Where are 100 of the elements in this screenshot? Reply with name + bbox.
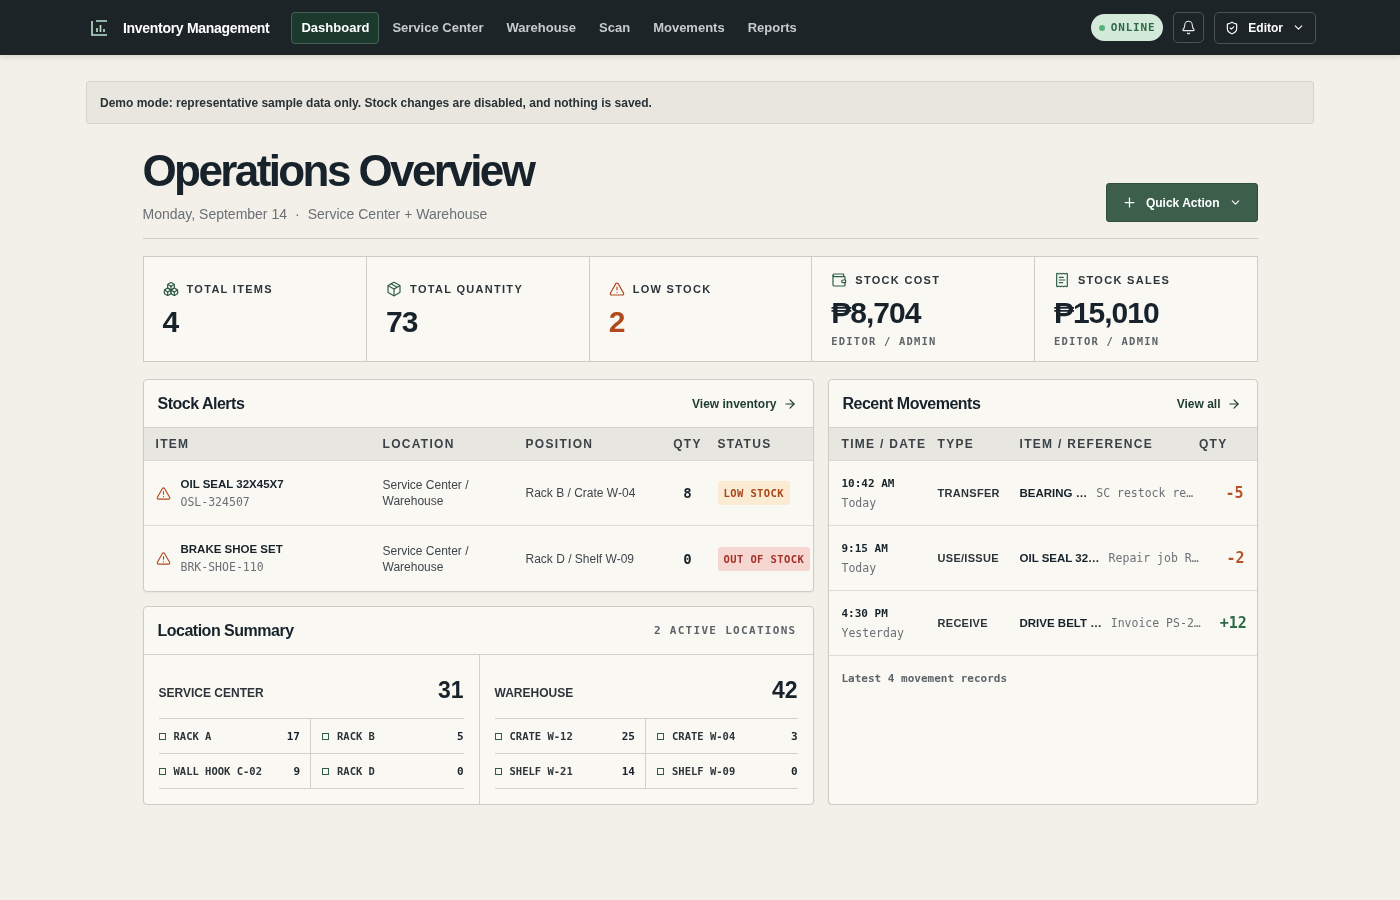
movements-footer-note: Latest 4 movement records xyxy=(841,672,1008,686)
slot-name: SHELF W-09 xyxy=(672,765,736,778)
column-header: ITEM xyxy=(155,437,191,452)
slot-qty: 25 xyxy=(621,729,635,743)
stat-value: 2 xyxy=(608,304,626,338)
role-menu-button[interactable]: Editor xyxy=(1214,11,1316,44)
date-text: Monday, September 14 xyxy=(142,206,287,223)
status-label: ONLINE xyxy=(1110,21,1156,34)
location-total: 42 xyxy=(771,679,798,703)
bell-icon xyxy=(1181,20,1197,35)
square-icon xyxy=(322,767,329,775)
column-header: ITEM / REFERENCE xyxy=(1019,437,1154,452)
square-icon xyxy=(322,732,329,740)
movement-reference: Repair job R… xyxy=(1108,551,1199,566)
panel-title: Stock Alerts xyxy=(157,394,245,413)
scope-text: Service Center + Warehouse xyxy=(307,206,488,223)
panel-title: Recent Movements xyxy=(842,394,981,413)
square-icon xyxy=(494,732,502,740)
slot-qty: 0 xyxy=(790,764,798,778)
item-sku: BRK-SHOE-110 xyxy=(180,560,265,575)
wallet-icon xyxy=(831,271,848,288)
slot-qty: 14 xyxy=(621,764,635,778)
page-title: Operations Overview xyxy=(142,148,534,195)
item-name: OIL SEAL 32X45X7 xyxy=(180,477,284,490)
slot-name: RACK A xyxy=(173,730,212,743)
app-title: Inventory Management xyxy=(123,19,270,36)
slot-name: WALL HOOK C-02 xyxy=(173,765,262,778)
item-sku: OSL-324507 xyxy=(180,494,251,509)
receipt-icon xyxy=(1053,271,1070,288)
position-cell-text: Rack B / Crate W-04 xyxy=(525,485,637,502)
movement-qty: -5 xyxy=(1224,484,1244,503)
movement-day: Yesterday xyxy=(841,625,938,640)
warning-icon xyxy=(608,280,625,297)
locations-count: 2 ACTIVE LOCATIONS xyxy=(653,624,797,638)
nav-tab[interactable]: Dashboard xyxy=(291,11,380,44)
stat-label: STOCK SALES xyxy=(1077,273,1171,286)
notifications-button[interactable] xyxy=(1173,12,1205,43)
square-icon xyxy=(657,732,664,740)
location-name: WAREHOUSE xyxy=(494,686,574,703)
location-total: 31 xyxy=(437,679,464,703)
square-icon xyxy=(158,767,166,775)
stat-value: ₱15,010 xyxy=(1053,295,1160,329)
stat-label: STOCK COST xyxy=(855,273,941,286)
item-name: BRAKE SHOE SET xyxy=(180,543,283,556)
warning-icon xyxy=(155,551,171,567)
slot-qty: 5 xyxy=(456,729,464,743)
warning-icon xyxy=(155,485,171,501)
slot-name: RACK D xyxy=(337,765,375,778)
movement-item: DRIVE BELT … xyxy=(1019,617,1102,630)
slot-qty: 3 xyxy=(790,729,798,743)
column-header: TYPE xyxy=(937,437,976,452)
bar-chart-icon xyxy=(91,19,108,36)
status-badge: OUT OF STOCK xyxy=(717,546,811,571)
movement-reference: Invoice PS-2… xyxy=(1110,616,1201,631)
plus-icon xyxy=(1121,195,1137,211)
slot-name: CRATE W-04 xyxy=(672,730,736,743)
movement-item: OIL SEAL 32… xyxy=(1019,552,1100,565)
stat-note: EDITOR / ADMIN xyxy=(831,334,938,347)
slot-name: RACK B xyxy=(337,730,375,743)
stat-label: LOW STOCK xyxy=(632,282,712,295)
shield-check-icon xyxy=(1225,20,1240,35)
column-header: POSITION xyxy=(525,437,595,452)
position-cell-text: Rack D / Shelf W-09 xyxy=(525,550,635,567)
movement-item: BEARING … xyxy=(1019,487,1088,500)
location-name: SERVICE CENTER xyxy=(158,686,264,703)
nav-tab[interactable]: Scan xyxy=(589,11,641,44)
movement-time: 9:15 AM xyxy=(841,541,889,555)
panel-title: Location Summary xyxy=(157,621,294,640)
movement-time: 10:42 AM xyxy=(841,476,896,490)
stat-value: ₱8,704 xyxy=(831,295,922,329)
nav-tab[interactable]: Movements xyxy=(643,11,735,44)
qty-cell-text: 8 xyxy=(682,485,693,502)
status-dot-icon xyxy=(1098,24,1105,31)
stat-label: TOTAL QUANTITY xyxy=(410,282,523,295)
boxes-icon xyxy=(162,280,179,297)
column-header: QTY xyxy=(672,437,703,452)
stat-value: 4 xyxy=(162,304,180,338)
square-icon xyxy=(158,732,166,740)
subtitle-separator: · xyxy=(295,206,300,223)
nav-tab[interactable]: Reports xyxy=(737,11,807,44)
column-header: LOCATION xyxy=(382,437,456,452)
square-icon xyxy=(657,767,664,775)
banner-text: Demo mode: representative sample data only. Stock changes are disabled, and nothing is saved. xyxy=(100,95,652,110)
package-icon xyxy=(386,280,403,297)
stat-label: TOTAL ITEMS xyxy=(186,282,273,295)
nav-tab[interactable]: Warehouse xyxy=(496,11,587,44)
status-badge: LOW STOCK xyxy=(717,481,790,506)
movement-type: RECEIVE xyxy=(937,617,989,630)
column-header: TIME / DATE xyxy=(841,437,928,452)
column-header: QTY xyxy=(1197,437,1229,452)
view-inventory-link[interactable]: View inventory xyxy=(692,396,797,411)
location-cell-text: Service Center / Warehouse xyxy=(382,477,470,510)
movement-reference: SC restock re… xyxy=(1096,486,1194,501)
slot-qty: 9 xyxy=(293,764,300,778)
qty-cell-text: 0 xyxy=(682,550,693,567)
nav-tab[interactable]: Service Center xyxy=(382,11,494,44)
quick-action-button[interactable]: Quick Action xyxy=(1105,183,1258,223)
view-all-link[interactable]: View all xyxy=(1176,396,1241,411)
location-cell-text: Service Center / Warehouse xyxy=(382,542,470,575)
column-header: STATUS xyxy=(716,437,773,452)
